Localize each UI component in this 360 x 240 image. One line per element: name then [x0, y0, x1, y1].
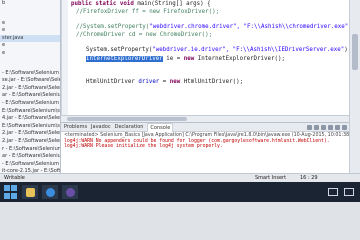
- scrollbar-thumb[interactable]: [352, 34, 358, 70]
- volume-icon[interactable]: [344, 188, 354, 196]
- package-explorer-item[interactable]: ster.java: [0, 34, 60, 43]
- scroll-lock-icon[interactable]: [328, 124, 333, 130]
- package-explorer-item[interactable]: e: [0, 42, 60, 50]
- package-explorer-item[interactable]: E:\Software\Selenium\seleni: [0, 123, 60, 131]
- browser-icon[interactable]: [42, 185, 58, 199]
- package-explorer-item[interactable]: [0, 58, 60, 70]
- package-explorer-item[interactable]: ar - E:\Software\Selenium: [0, 153, 60, 161]
- package-explorer-item[interactable]: 2.jar - E:\Software\Selenium\selenium: [0, 85, 60, 93]
- package-explorer-item[interactable]: E:\Software\Selenium\seleni: [0, 108, 60, 116]
- code-line-main[interactable]: public static void main(String[] args) {: [71, 1, 211, 7]
- package-explorer-item[interactable]: - E:\Software\Selenium: [0, 161, 60, 169]
- scrollbar-thumb[interactable]: [67, 117, 187, 121]
- package-explorer-item[interactable]: e: [0, 27, 60, 35]
- code-line-firefox-comment[interactable]: //FirefoxDriver ff = new FirefoxDriver()…: [76, 9, 219, 15]
- pin-console-icon[interactable]: [335, 124, 340, 130]
- tab-console[interactable]: Console: [147, 123, 174, 132]
- package-explorer: b e e ster.java e e - E:\Software\Selenium se.j…: [0, 0, 61, 173]
- editor-vertical-scrollbar[interactable]: [349, 0, 360, 173]
- clear-console-icon[interactable]: [321, 124, 326, 130]
- terminate-icon[interactable]: [307, 124, 312, 130]
- remove-launch-icon[interactable]: [314, 124, 319, 130]
- package-explorer-item[interactable]: 4.jar - E:\Software\Selenium\: [0, 115, 60, 123]
- package-explorer-item[interactable]: - E:\Software\Selenium: [0, 70, 60, 78]
- package-explorer-item[interactable]: e: [0, 50, 60, 58]
- package-explorer-item[interactable]: b: [0, 0, 60, 8]
- console-toolbar: [307, 124, 350, 130]
- console-tab-bar: Problems Javadoc Declaration Console: [61, 123, 350, 132]
- minimize-icon[interactable]: [342, 124, 347, 130]
- console-terminated-label: <terminated> Selenium_Basics [Java Appli…: [64, 133, 350, 138]
- file-explorer-icon[interactable]: [22, 185, 38, 199]
- editor-gutter: [62, 0, 68, 115]
- package-explorer-item[interactable]: r - E:\Software\Selenium\: [0, 146, 60, 154]
- system-tray: [328, 188, 354, 196]
- network-icon[interactable]: [328, 188, 338, 196]
- package-explorer-item[interactable]: e: [0, 20, 60, 28]
- windows-start-icon[interactable]: [4, 185, 18, 199]
- console-view: Problems Javadoc Declaration Console <te…: [61, 122, 350, 174]
- windows-taskbar: [0, 182, 360, 202]
- tab-declaration[interactable]: Declaration: [115, 124, 144, 130]
- code-line-ie-driver[interactable]: InternetExplorerDriver ie = new Internet…: [86, 56, 285, 62]
- package-explorer-item[interactable]: se.jar - E:\Software\Selenium: [0, 77, 60, 85]
- package-explorer-item[interactable]: [0, 8, 60, 20]
- tab-problems[interactable]: Problems: [64, 124, 87, 130]
- code-line-chrome-comment[interactable]: //ChromeDriver cd = new ChromeDriver();: [76, 32, 212, 38]
- package-explorer-item[interactable]: ar - E:\Software\Selenium\sele: [0, 92, 60, 100]
- console-output-line: log4j:WARN Please initialize the log4j s…: [64, 144, 223, 149]
- code-line-htmlunit[interactable]: HtmlUnitDriver driver = new HtmlUnitDriv…: [86, 79, 243, 85]
- code-editor[interactable]: public static void main(String[] args) {…: [61, 0, 351, 115]
- code-line-ie-property[interactable]: System.setProperty("webdriver.ie.driver"…: [86, 47, 351, 53]
- package-explorer-item[interactable]: 2.jar - E:\Software\Selenium: [0, 138, 60, 146]
- code-line-chrome-property-comment[interactable]: //System.setProperty("webdriver.chrome.d…: [76, 24, 351, 30]
- selected-text[interactable]: InternetExplorerDriver: [86, 56, 163, 62]
- package-explorer-item[interactable]: 2.jar - E:\Software\Selenium\: [0, 130, 60, 138]
- tab-javadoc[interactable]: Javadoc: [91, 124, 111, 130]
- eclipse-icon[interactable]: [62, 185, 78, 199]
- package-explorer-item[interactable]: - E:\Software\Selenium: [0, 100, 60, 108]
